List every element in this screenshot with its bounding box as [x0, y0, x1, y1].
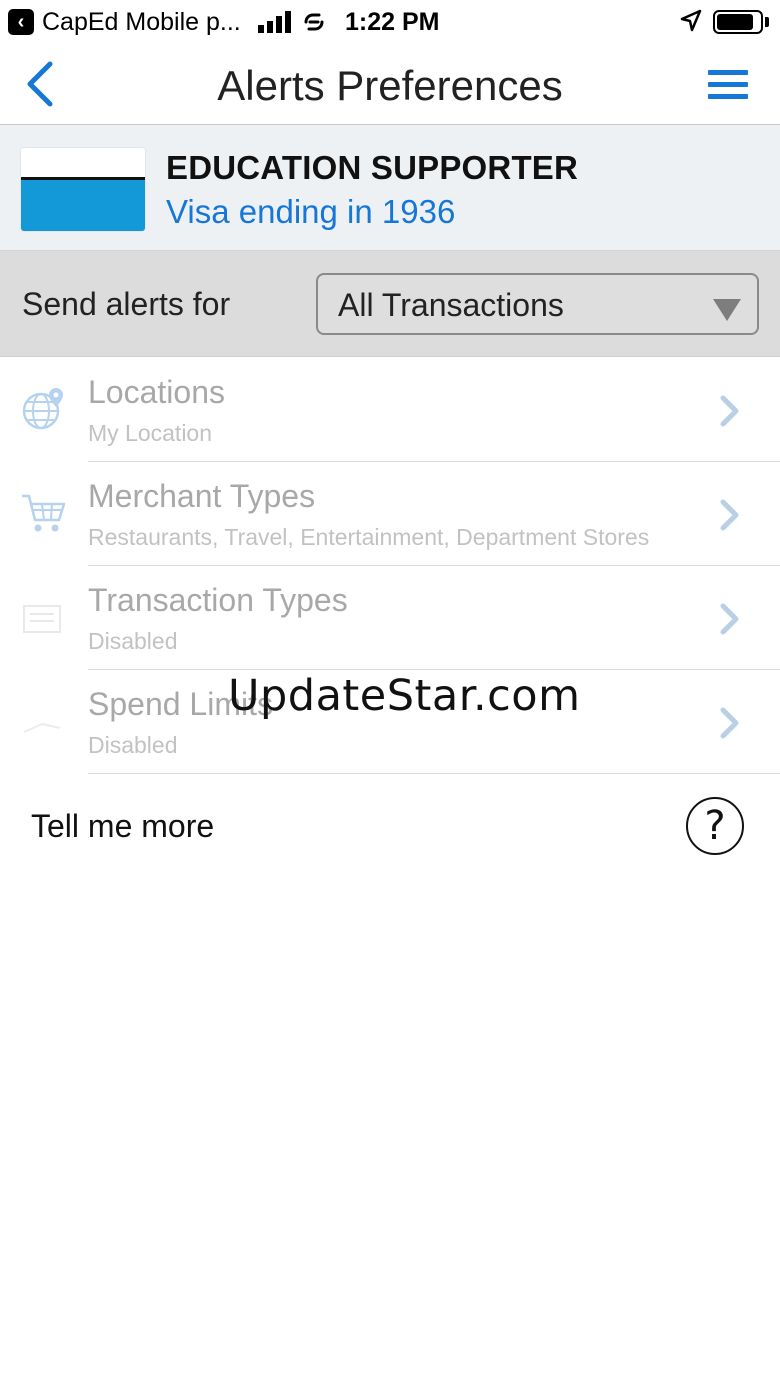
list-item-locations[interactable]: Locations My Location	[0, 358, 780, 462]
tell-me-more-label: Tell me more	[31, 808, 215, 844]
status-time: 1:22 PM	[345, 8, 440, 36]
list-item-title: Locations	[88, 374, 225, 410]
back-to-app-label[interactable]: CapEd Mobile p...	[42, 8, 241, 37]
battery-level	[717, 14, 753, 30]
send-alerts-label: Send alerts for	[22, 286, 231, 322]
status-bar: ‹ CapEd Mobile p... 1:22 PM	[0, 0, 780, 44]
hamburger-menu-icon[interactable]	[706, 68, 750, 102]
chevron-right-icon	[720, 395, 739, 427]
link-icon	[304, 13, 324, 31]
transaction-types-icon	[23, 605, 61, 633]
list-item-title: Merchant Types	[88, 478, 316, 514]
globe-icon	[22, 388, 63, 430]
back-to-app-icon[interactable]: ‹	[8, 9, 34, 35]
location-arrow-icon	[680, 9, 702, 32]
card-image	[21, 148, 145, 231]
nav-bar: Alerts Preferences	[0, 44, 780, 125]
watermark: UpdateStar.com	[228, 671, 581, 721]
list-item-title: Transaction Types	[88, 582, 348, 618]
cellular-signal-icon	[258, 11, 291, 33]
dropdown-caret-icon	[713, 299, 741, 321]
list-item-subtitle: Restaurants, Travel, Entertainment, Depa…	[88, 524, 650, 550]
battery-icon	[713, 10, 763, 34]
alerts-scope-value: All Transactions	[338, 287, 564, 323]
card-name: EDUCATION SUPPORTER	[166, 149, 579, 186]
send-alerts-row: Send alerts for All Transactions	[0, 251, 780, 357]
list-item-subtitle: Disabled	[88, 732, 178, 758]
shopping-cart-icon	[22, 494, 66, 532]
question-mark-icon[interactable]: ?	[686, 797, 744, 855]
card-header: EDUCATION SUPPORTER Visa ending in 1936	[0, 125, 780, 251]
chevron-right-icon	[720, 707, 739, 739]
chevron-right-icon	[720, 499, 739, 531]
list-item-subtitle: Disabled	[88, 628, 178, 654]
page-title: Alerts Preferences	[217, 62, 563, 109]
spend-limits-icon	[23, 722, 61, 733]
card-number-label: Visa ending in 1936	[166, 193, 456, 230]
alerts-scope-select[interactable]: All Transactions	[316, 273, 759, 335]
list-item-subtitle: My Location	[88, 420, 213, 446]
list-item-merchant-types[interactable]: Merchant Types Restaurants, Travel, Ente…	[0, 462, 780, 566]
tell-me-more-row[interactable]: Tell me more ?	[0, 772, 780, 882]
list-item-transaction-types[interactable]: Transaction Types Disabled	[0, 566, 780, 670]
chevron-right-icon	[720, 603, 739, 635]
battery-nub	[765, 17, 769, 27]
